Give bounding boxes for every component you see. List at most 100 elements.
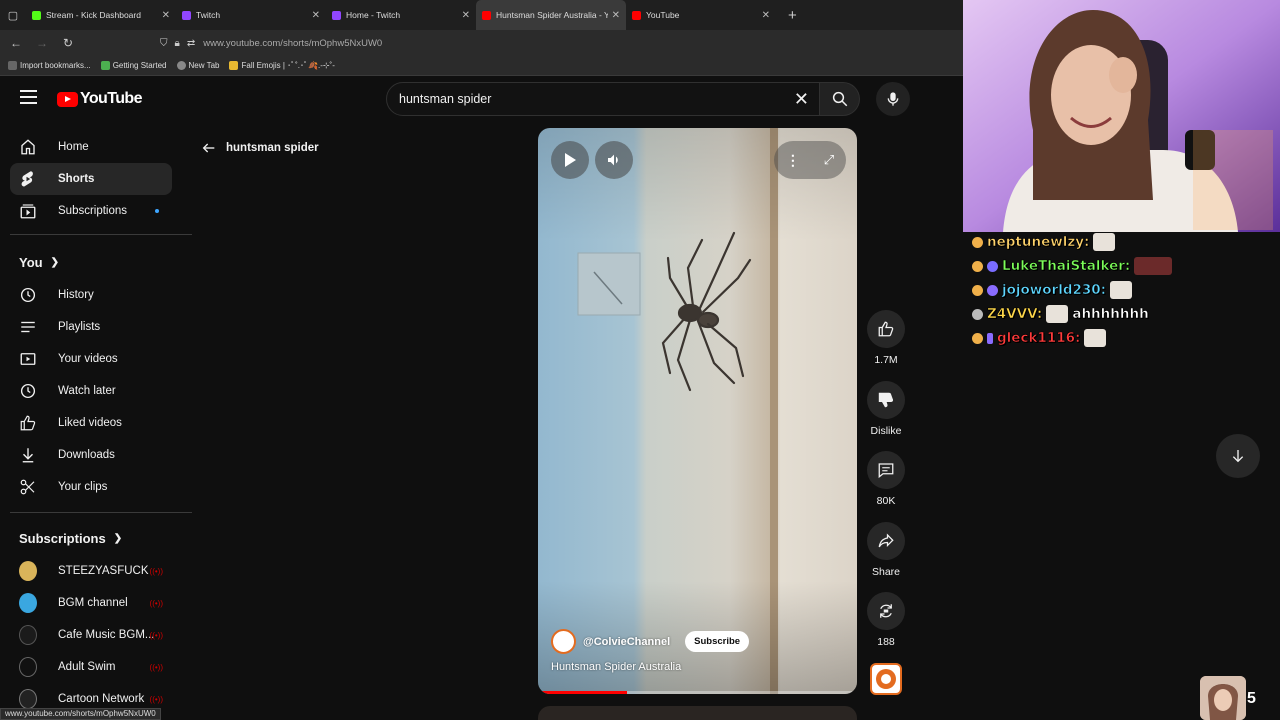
permissions-icon[interactable]: ⇄ (187, 38, 195, 49)
bookmark-new-tab[interactable]: New Tab (176, 61, 219, 70)
subscribe-button[interactable]: Subscribe (685, 631, 750, 652)
subscriptions-section-header[interactable]: Subscriptions ❯ (19, 531, 122, 546)
back-arrow-icon[interactable]: ← (4, 36, 28, 50)
subscription-item[interactable]: Cafe Music BGM... ((•)) (10, 619, 172, 651)
like-button[interactable] (867, 310, 905, 348)
bookmark-import[interactable]: Import bookmarks... (8, 61, 91, 70)
close-icon[interactable]: ✕ (312, 10, 320, 21)
bookmark-fall-emojis[interactable]: Fall Emojis | ･ﾟ˚.･ﾟ🍂.-⊹˚- (229, 60, 335, 71)
sidebar-item-playlists[interactable]: Playlists (10, 311, 172, 343)
remix-action: 188 (866, 592, 906, 648)
sidebar-item-home[interactable]: Home (10, 131, 172, 163)
video-title[interactable]: Huntsman Spider Australia (551, 661, 681, 673)
subscription-item[interactable]: Adult Swim ((•)) (10, 651, 172, 683)
sidebar-item-downloads[interactable]: Downloads (10, 439, 172, 471)
viewer-avatar (1200, 676, 1246, 720)
comments-button[interactable] (867, 451, 905, 489)
chat-text: ahhhhhhh (1072, 306, 1149, 323)
back-label: huntsman spider (226, 142, 319, 154)
dislike-button[interactable] (867, 381, 905, 419)
forward-arrow-icon[interactable]: → (30, 36, 54, 50)
sidebar-item-label: Playlists (58, 321, 101, 333)
logo-text: YouTube (80, 90, 142, 107)
close-icon[interactable]: ✕ (762, 10, 770, 21)
sidebar-item-label: Shorts (58, 173, 95, 185)
sidebar-item-shorts[interactable]: Shorts (10, 163, 172, 195)
home-icon (19, 138, 37, 156)
video-progress-bar[interactable] (538, 691, 857, 694)
like-action: 1.7M (866, 310, 906, 366)
address-bar[interactable]: www.youtube.com/shorts/mOphw5NxUW0 (203, 38, 382, 49)
sidebar-item-history[interactable]: History (10, 279, 172, 311)
more-options-icon[interactable]: ⋮ (786, 152, 800, 169)
badge-icon (972, 260, 983, 272)
live-icon: ((•)) (149, 598, 163, 608)
clear-search-icon[interactable]: ✕ (794, 89, 809, 109)
menu-icon[interactable] (20, 90, 37, 104)
scissors-icon (19, 478, 37, 496)
sidebar-item-your-clips[interactable]: Your clips (10, 471, 172, 503)
channel-avatar (19, 689, 37, 709)
shorts-icon (19, 170, 37, 188)
bookmark-label: Import bookmarks... (20, 61, 91, 70)
sidebar-item-liked-videos[interactable]: Liked videos (10, 407, 172, 439)
shield-icon[interactable]: ⛉ (160, 38, 168, 49)
sidebar-item-subscriptions[interactable]: Subscriptions (10, 195, 172, 227)
close-icon[interactable]: ✕ (462, 10, 470, 21)
share-button[interactable] (867, 522, 905, 560)
search-input[interactable] (399, 90, 779, 108)
sidebar-item-watch-later[interactable]: Watch later (10, 375, 172, 407)
scroll-down-button[interactable] (1216, 434, 1260, 478)
back-to-search[interactable]: huntsman spider (201, 140, 319, 156)
voice-search-button[interactable] (876, 82, 910, 116)
close-icon[interactable]: ✕ (162, 10, 170, 21)
tab-twitch[interactable]: Twitch ✕ (176, 0, 326, 30)
chat-message: gleck1116: (972, 326, 1272, 350)
sidebar-item-label: Downloads (58, 449, 115, 461)
new-content-dot (155, 209, 159, 213)
history-icon (19, 286, 37, 304)
tab-huntsman-spider[interactable]: Huntsman Spider Australia - Yo ✕ (476, 0, 626, 30)
volume-button[interactable] (595, 141, 633, 179)
remix-button[interactable] (867, 592, 905, 630)
tab-kick[interactable]: Stream - Kick Dashboard ✕ (26, 0, 176, 30)
bookmark-label: Fall Emojis | ･ﾟ˚.･ﾟ🍂.-⊹˚- (241, 61, 335, 70)
fullscreen-icon[interactable]: ⤢ (824, 152, 834, 168)
stream-chat-overlay: neptunewlzy: LukeThaiStalker: jojoworld2… (972, 230, 1272, 350)
channel-avatar (19, 561, 37, 581)
close-icon[interactable]: ✕ (612, 10, 620, 21)
reload-icon[interactable]: ↻ (56, 36, 80, 50)
channel-avatar[interactable] (551, 629, 576, 654)
next-video-preview[interactable] (538, 706, 857, 720)
tab-menu-icon[interactable]: ▢ (0, 0, 26, 30)
sidebar-item-your-videos[interactable]: Your videos (10, 343, 172, 375)
sidebar-item-label: Home (58, 141, 89, 153)
shorts-video-player[interactable]: ⋮ ⤢ @ColvieChannel Subscribe Huntsman Sp… (538, 128, 857, 694)
tab-title: Stream - Kick Dashboard (46, 10, 141, 20)
dislike-action: Dislike (866, 381, 906, 437)
you-section-header[interactable]: You ❯ (19, 255, 59, 270)
tab-title: YouTube (646, 10, 680, 20)
channel-thumbnail[interactable] (870, 663, 902, 695)
dislike-label: Dislike (870, 425, 902, 437)
emote-icon (1110, 281, 1133, 299)
lock-icon[interactable]: 🔒︎ (175, 38, 180, 49)
arrow-down-icon (1232, 450, 1244, 463)
share-action: Share (866, 522, 906, 578)
youtube-logo[interactable]: YouTube (57, 90, 142, 108)
channel-info: @ColvieChannel Subscribe (551, 629, 750, 654)
subscriptions-label: Subscriptions (19, 531, 106, 546)
subscription-item[interactable]: STEEZYASFUCK ((•)) (10, 555, 172, 587)
bookmark-getting-started[interactable]: Getting Started (100, 61, 167, 70)
tab-home-twitch[interactable]: Home - Twitch ✕ (326, 0, 476, 30)
badge-icon (987, 284, 998, 296)
share-label: Share (871, 566, 901, 578)
subscription-item[interactable]: BGM channel ((•)) (10, 587, 172, 619)
like-count: 1.7M (874, 354, 898, 366)
new-tab-button[interactable]: + (788, 7, 797, 24)
search-button[interactable] (820, 82, 860, 116)
tab-youtube[interactable]: YouTube ✕ (626, 0, 776, 30)
play-button[interactable] (551, 141, 589, 179)
twitch-icon (332, 10, 341, 20)
channel-name[interactable]: @ColvieChannel (583, 636, 670, 648)
